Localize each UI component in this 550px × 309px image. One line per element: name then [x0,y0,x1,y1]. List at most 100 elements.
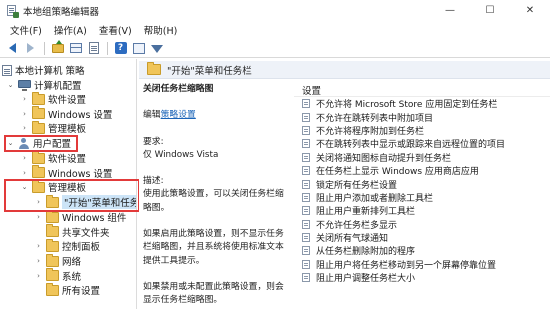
tree-item-user-admin-templates[interactable]: ⌄ 管理模板 [20,179,86,195]
menu-help[interactable]: 帮助(H) [138,23,184,37]
policy-setting-icon [302,99,310,109]
export-list-icon [88,42,99,54]
chevron-right-icon[interactable]: › [20,168,29,177]
settings-list: 设置 不允许将 Microsoft Store 应用固定到任务栏 不允许在跳转列… [294,83,550,309]
policy-setting-icon [302,152,310,162]
setting-row[interactable]: 不在跳转列表中显示或跟踪来自远程位置的项目 [294,137,550,150]
edit-policy-link[interactable]: 策略设置 [161,110,196,120]
tree-item-user-software-settings[interactable]: › 软件设置 [20,150,86,166]
details-pane: "开始"菜单和任务栏 关闭任务栏缩略图 编辑策略设置 要求: 仅 Windows … [139,59,550,309]
policy-setting-icon [302,246,310,256]
policy-tree: 本地计算机 策略 ⌄ 计算机配置 › 软件设置 › Windows 设置 › 管… [0,59,137,309]
folder-icon [32,106,45,120]
policy-setting-icon [302,206,310,216]
forward-arrow-icon [27,43,34,53]
setting-row[interactable]: 不允许将程序附加到任务栏 [294,124,550,137]
folder-icon [46,224,59,238]
menu-action[interactable]: 操作(A) [48,23,93,37]
setting-row[interactable]: 从任务栏删除附加的程序 [294,244,550,257]
tree-item-control-panel[interactable]: › 控制面板 [34,238,100,254]
folder-icon [32,91,45,105]
chevron-right-icon[interactable]: › [34,213,43,222]
policy-title: 关闭任务栏缩略图 [143,84,214,94]
chevron-down-icon[interactable]: ⌄ [6,139,15,148]
category-title: "开始"菜单和任务栏 [167,65,252,77]
maximize-button[interactable]: ☐ [470,0,510,21]
chevron-right-icon[interactable]: › [20,124,29,133]
show-hide-tree-button[interactable] [67,40,84,56]
policy-description-panel: 关闭任务栏缩略图 编辑策略设置 要求: 仅 Windows Vista 描述: 使用… [143,83,288,309]
enabled-text: 如果启用此策略设置，则不显示任务栏缩略图，并且系统将使用标准文本提供工具提示。 [143,229,284,266]
window-title: 本地组策略编辑器 [23,6,100,18]
help-button[interactable]: ? [112,40,129,56]
setting-row[interactable]: 关闭所有气球通知 [294,231,550,244]
folder-icon [32,120,45,134]
minimize-button[interactable]: — [430,0,470,21]
folder-up-icon [51,39,64,53]
tree-item-software-settings[interactable]: › 软件设置 [20,91,86,107]
tree-item-user-config[interactable]: ⌄ 用户配置 [6,136,71,151]
policy-setting-icon [302,125,310,135]
policy-setting-icon [302,179,310,189]
filter-icon [150,45,163,53]
tree-item-start-menu-taskbar[interactable]: › "开始"菜单和任务栏 [34,194,136,210]
chevron-down-icon[interactable]: ⌄ [20,183,29,192]
edit-policy-line: 编辑策略设置 [143,110,196,121]
setting-row[interactable]: 阻止用户添加或者删除工具栏 [294,191,550,204]
tree-item-computer-config[interactable]: ⌄ 计算机配置 [6,78,82,93]
show-hide-tree-icon [69,43,82,53]
setting-row[interactable]: 在任务栏上显示 Windows 应用商店应用 [294,164,550,177]
folder-icon [46,268,59,282]
group-policy-app-icon [6,4,19,18]
menu-view[interactable]: 查看(V) [93,23,138,37]
setting-row[interactable]: 关闭将通知图标自动提升到任务栏 [294,151,550,164]
chevron-down-icon[interactable]: ⌄ [6,80,15,89]
close-button[interactable]: ✕ [510,0,550,21]
menu-file[interactable]: 文件(F) [4,23,48,37]
export-list-button[interactable] [85,40,102,56]
tree-item-system[interactable]: › 系统 [34,268,81,284]
requirements-block: 要求: 仅 Windows Vista [143,136,219,160]
setting-row[interactable]: 阻止用户重新排列工具栏 [294,204,550,217]
policy-setting-icon [302,166,310,176]
policy-doc-icon [2,64,12,76]
chevron-right-icon[interactable]: › [20,154,29,163]
tree-item-shared-folders[interactable]: 共享文件夹 [46,224,110,240]
tree-item-windows-settings[interactable]: › Windows 设置 [20,106,112,122]
up-one-level-button[interactable] [49,39,66,56]
back-arrow-icon [9,43,16,53]
tree-item-local-computer-policy[interactable]: 本地计算机 策略 [2,63,85,78]
chevron-right-icon[interactable]: › [34,271,43,280]
setting-row[interactable]: 阻止用户将任务栏移动到另一个屏幕停靠位置 [294,258,550,271]
policy-setting-icon [302,192,310,202]
tree-item-admin-templates[interactable]: › 管理模板 [20,120,86,136]
toolbar: ? [0,39,550,58]
chevron-right-icon[interactable]: › [34,242,43,251]
setting-row[interactable]: 不允许在跳转列表中附加项目 [294,110,550,124]
setting-row[interactable]: 阻止用户调整任务栏大小 [294,271,550,284]
tree-item-user-windows-settings[interactable]: › Windows 设置 [20,165,112,181]
settings-column-header[interactable]: 设置 [294,83,550,97]
folder-icon [32,179,45,193]
toolbar-separator [44,41,45,55]
tree-item-windows-components[interactable]: › Windows 组件 [34,209,126,225]
user-icon [18,137,30,149]
setting-row[interactable]: 不允许将 Microsoft Store 应用固定到任务栏 [294,97,550,110]
chevron-right-icon[interactable]: › [34,257,43,266]
tree-item-network[interactable]: › 网络 [34,253,81,269]
forward-button[interactable] [22,40,39,56]
folder-icon [32,165,45,179]
properties-button[interactable] [130,40,147,56]
title-bar: 本地组策略编辑器 — ☐ ✕ [0,0,550,21]
setting-row[interactable]: 不允许任务栏多显示 [294,218,550,231]
description-block: 描述: 使用此策略设置，可以关闭任务栏缩略图。 [143,176,284,213]
chevron-right-icon[interactable]: › [20,109,29,118]
folder-icon [32,150,45,164]
tree-item-all-settings[interactable]: 所有设置 [46,282,100,298]
filter-button[interactable] [148,40,165,56]
setting-row[interactable]: 锁定所有任务栏设置 [294,177,550,191]
chevron-right-icon[interactable]: › [34,198,43,207]
policy-setting-icon [302,219,310,229]
chevron-right-icon[interactable]: › [20,95,29,104]
back-button[interactable] [4,40,21,56]
